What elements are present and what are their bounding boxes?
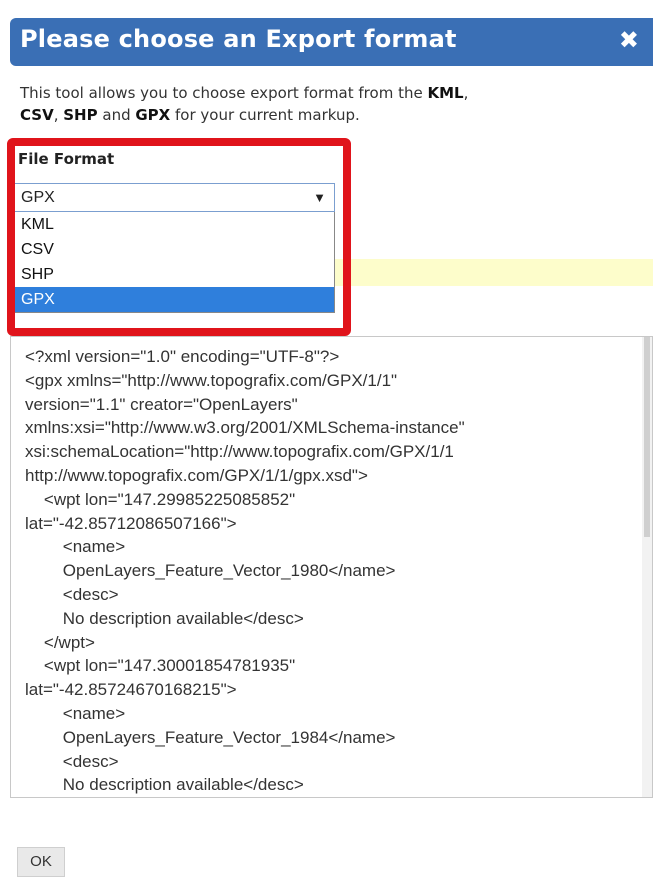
intro-kml: KML (427, 84, 464, 102)
highlight-annotation-box (7, 138, 351, 336)
export-output-text: <?xml version="1.0" encoding="UTF-8"?> <… (25, 347, 465, 795)
notice-bar (335, 259, 653, 286)
close-icon[interactable]: ✖ (619, 26, 639, 54)
intro-sep2: , (53, 106, 64, 124)
intro-text-end: for your current markup. (170, 106, 360, 124)
scrollbar-thumb[interactable] (644, 337, 650, 537)
scrollbar[interactable] (642, 337, 652, 797)
intro-text: This tool allows you to choose export fo… (20, 82, 640, 126)
export-output-textarea[interactable]: <?xml version="1.0" encoding="UTF-8"?> <… (10, 336, 653, 798)
ok-button[interactable]: OK (17, 847, 65, 877)
intro-shp: SHP (63, 106, 98, 124)
intro-gpx: GPX (135, 106, 171, 124)
dialog-title: Please choose an Export format (20, 25, 457, 53)
intro-text-start: This tool allows you to choose export fo… (20, 84, 428, 102)
intro-and: and (97, 106, 136, 124)
intro-csv: CSV (20, 106, 54, 124)
dialog-titlebar: Please choose an Export format ✖ (10, 18, 653, 66)
intro-sep1: , (463, 84, 469, 102)
